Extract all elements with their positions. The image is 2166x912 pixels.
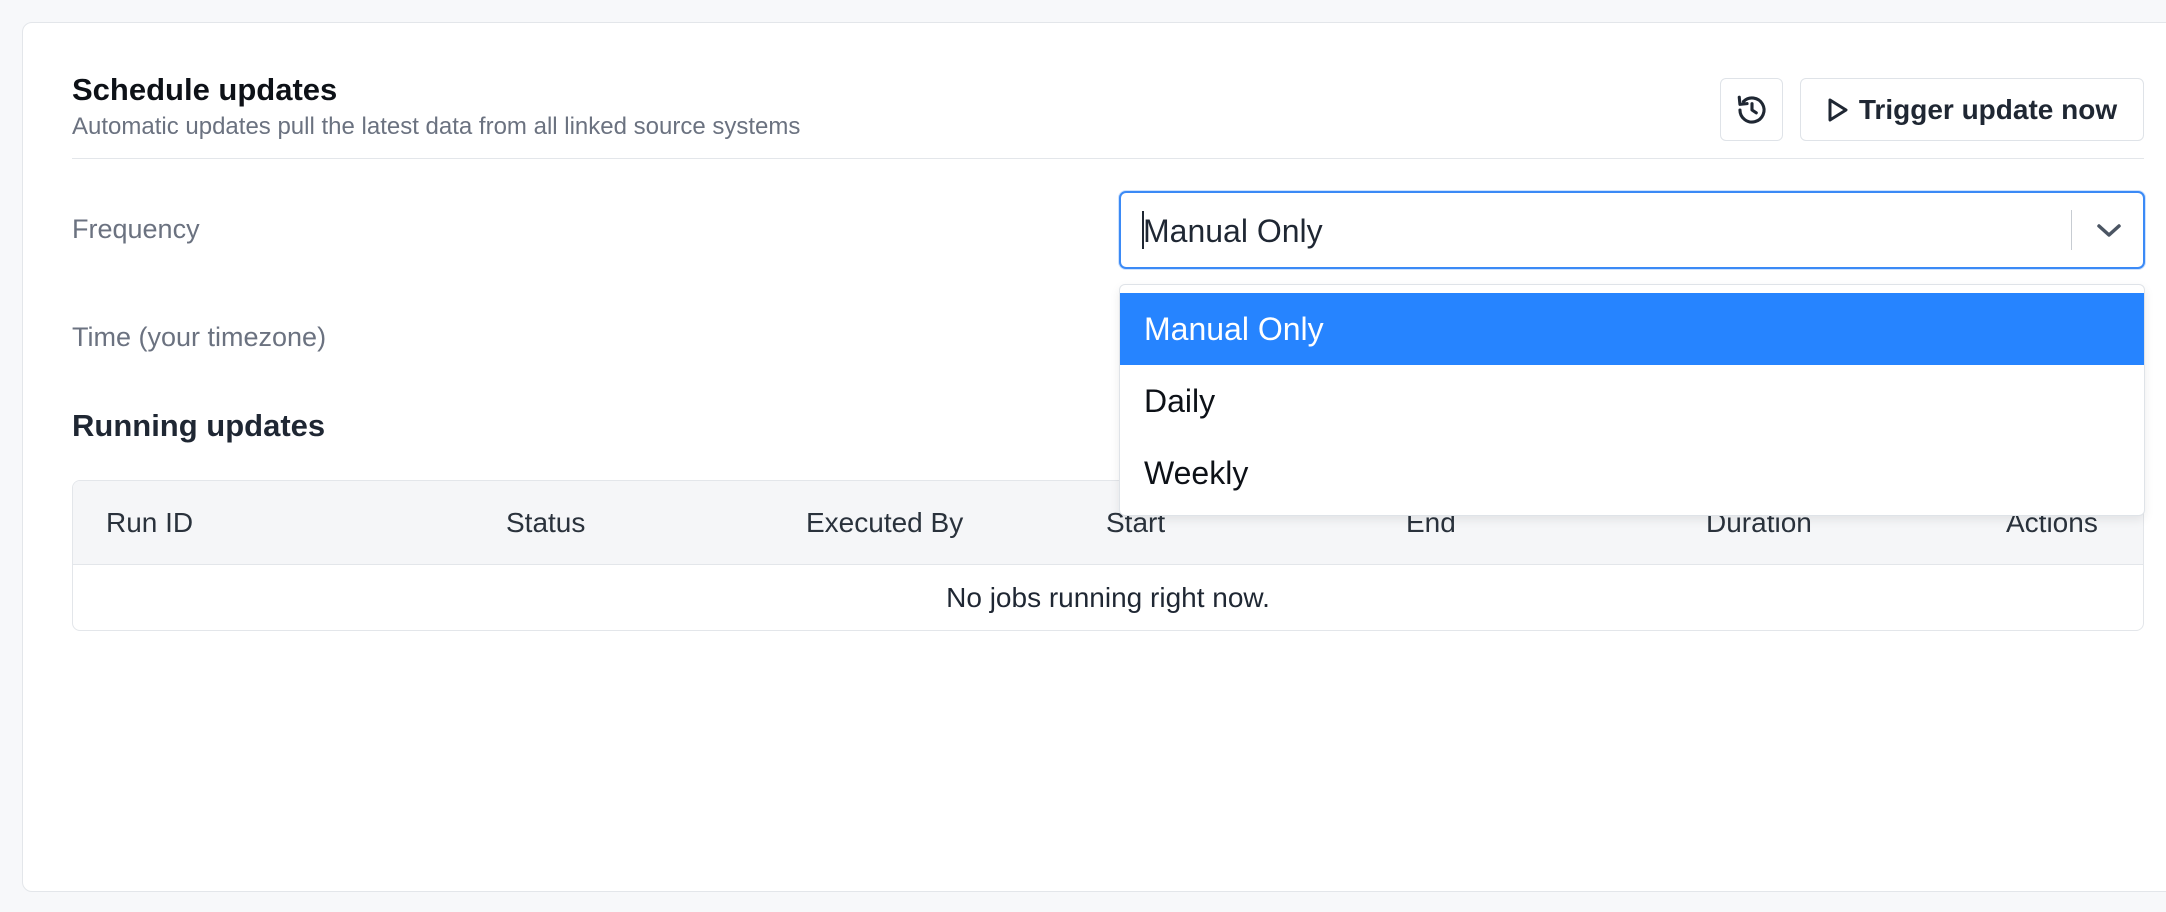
trigger-update-button[interactable]: Trigger update now: [1800, 78, 2144, 141]
option-weekly[interactable]: Weekly: [1120, 437, 2144, 509]
trigger-update-label: Trigger update now: [1858, 93, 2118, 125]
running-updates-title: Running updates: [72, 408, 326, 443]
chevron-down-icon[interactable]: [2091, 215, 2127, 247]
history-icon: [1737, 95, 1766, 124]
history-button[interactable]: [1720, 78, 1783, 141]
column-run-id: Run ID: [106, 507, 194, 538]
header-divider: [72, 158, 2144, 159]
option-daily[interactable]: Daily: [1120, 365, 2144, 437]
play-icon: [1828, 98, 1848, 121]
column-executed-by: Executed By: [806, 507, 964, 538]
empty-state-message: No jobs running right now.: [946, 582, 1270, 613]
time-label: Time (your timezone): [72, 322, 327, 352]
column-status: Status: [506, 507, 586, 538]
select-separator: [2071, 210, 2072, 250]
page-title: Schedule updates: [72, 72, 338, 107]
frequency-dropdown-menu: Manual Only Daily Weekly: [1119, 284, 2145, 516]
frequency-select-value: Manual Only: [1143, 213, 1323, 249]
frequency-label: Frequency: [72, 214, 200, 244]
option-manual-only[interactable]: Manual Only: [1120, 293, 2144, 365]
frequency-select[interactable]: Manual Only: [1119, 191, 2145, 269]
page-subtitle: Automatic updates pull the latest data f…: [72, 113, 801, 140]
